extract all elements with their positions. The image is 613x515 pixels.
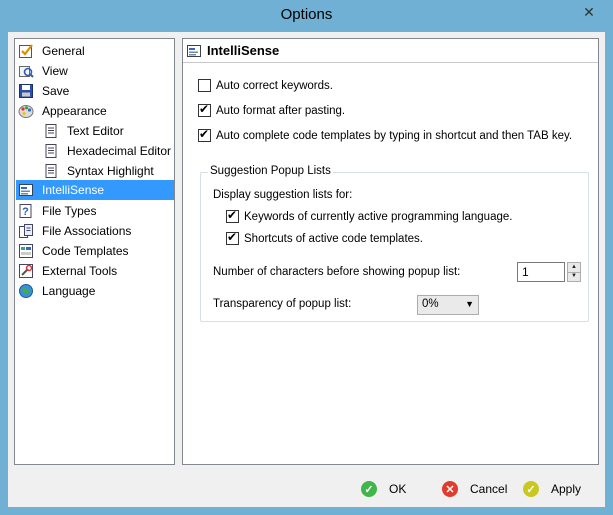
checkbox-box[interactable] — [226, 230, 239, 245]
auto-correct-checkbox[interactable]: Auto correct keywords. — [198, 79, 333, 92]
sidebar-item-label: External Tools — [42, 264, 118, 278]
checkbox-box[interactable] — [226, 208, 239, 223]
sidebar-item-label: General — [42, 44, 85, 58]
sidebar-item-file-associations[interactable]: File Associations — [18, 221, 133, 241]
apply-check-icon: ✓ — [523, 481, 539, 497]
transparency-label: Transparency of popup list: — [213, 298, 352, 310]
palette-icon — [18, 105, 34, 118]
transparency-select[interactable]: 0% ▼ — [417, 295, 479, 315]
checkbox-label: Keywords of currently active programming… — [244, 210, 513, 223]
sidebar-item-label: Syntax Highlight — [67, 164, 154, 178]
sidebar-item-hexadecimal-editor[interactable]: Hexadecimal Editor — [43, 141, 173, 161]
sidebar-item-label: Appearance — [42, 104, 107, 118]
auto-format-checkbox[interactable]: Auto format after pasting. — [198, 102, 346, 117]
checkbox-box[interactable] — [198, 102, 211, 117]
intellisense-icon — [187, 44, 201, 57]
checkbox-label: Auto complete code templates by typing i… — [216, 129, 573, 142]
document-icon — [45, 164, 57, 178]
group-legend: Suggestion Popup Lists — [208, 165, 333, 177]
sidebar-item-view[interactable]: View — [18, 61, 70, 81]
cancel-button[interactable]: ✕ Cancel — [442, 478, 507, 500]
cancel-x-icon: ✕ — [442, 481, 458, 497]
apply-button-label: Apply — [551, 482, 582, 496]
check-icon: ✓ — [361, 481, 377, 497]
view-icon — [19, 66, 34, 78]
panel-header: IntelliSense — [183, 39, 598, 63]
checkbox-icon — [19, 44, 33, 58]
intellisense-icon — [19, 184, 33, 196]
sidebar-item-label: File Associations — [42, 224, 132, 238]
sidebar-item-external-tools[interactable]: External Tools — [18, 261, 119, 281]
sidebar-item-language[interactable]: Language — [18, 281, 97, 301]
keywords-checkbox[interactable]: Keywords of currently active programming… — [226, 208, 513, 223]
document-icon — [45, 124, 57, 138]
sidebar-item-intellisense[interactable]: IntelliSense — [16, 180, 174, 200]
svg-text:?: ? — [22, 206, 29, 218]
popup-chars-label: Number of characters before showing popu… — [213, 266, 461, 278]
sidebar-item-label: Hexadecimal Editor — [67, 144, 172, 158]
options-category-tree: General View Save Appearance Text Editor… — [14, 38, 175, 465]
sidebar-item-text-editor[interactable]: Text Editor — [43, 121, 126, 141]
sidebar-item-save[interactable]: Save — [18, 81, 71, 101]
sidebar-item-label: View — [42, 64, 68, 78]
apply-button[interactable]: ✓ Apply — [523, 478, 581, 500]
sidebar-item-label: IntelliSense — [42, 183, 105, 197]
ok-button[interactable]: ✓ OK — [361, 478, 406, 500]
checkbox-label: Auto correct keywords. — [216, 79, 333, 92]
close-button[interactable]: ✕ — [579, 4, 599, 20]
globe-icon — [19, 284, 33, 298]
checkbox-box[interactable] — [198, 79, 211, 92]
sidebar-item-file-types[interactable]: ? File Types — [18, 201, 98, 221]
checkbox-box[interactable] — [198, 127, 211, 142]
floppy-icon — [19, 84, 33, 98]
file-assoc-icon — [19, 224, 33, 238]
panel-title: IntelliSense — [207, 43, 280, 58]
shortcuts-checkbox[interactable]: Shortcuts of active code templates. — [226, 230, 423, 245]
checkbox-label: Shortcuts of active code templates. — [244, 232, 423, 245]
sidebar-item-label: Save — [42, 84, 70, 98]
suggestion-popup-group: Suggestion Popup Lists Display suggestio… — [200, 165, 589, 322]
intellisense-settings-panel: IntelliSense Auto correct keywords. Auto… — [182, 38, 599, 465]
window-title: Options — [280, 6, 333, 23]
sidebar-item-general[interactable]: General — [18, 41, 87, 61]
tools-icon — [19, 264, 33, 278]
chevron-down-icon: ▼ — [465, 299, 474, 309]
auto-complete-checkbox[interactable]: Auto complete code templates by typing i… — [198, 127, 573, 142]
transparency-value: 0% — [422, 298, 439, 310]
dialog-client-area: General View Save Appearance Text Editor… — [8, 32, 605, 507]
spinner-down-icon[interactable]: ▼ — [568, 272, 580, 281]
popup-chars-input[interactable]: 1 — [517, 262, 565, 282]
sidebar-item-code-templates[interactable]: Code Templates — [18, 241, 131, 261]
spinner-buttons: ▲ ▼ — [567, 262, 581, 282]
sidebar-item-label: Code Templates — [42, 244, 129, 258]
options-window: Options ✕ General View Save Appearance T… — [0, 0, 613, 515]
popup-chars-spinner[interactable]: 1 ▲ ▼ — [517, 262, 581, 282]
display-lists-label: Display suggestion lists for: — [213, 189, 353, 201]
sidebar-item-syntax-highlight[interactable]: Syntax Highlight — [43, 161, 156, 181]
document-icon — [45, 144, 57, 158]
cancel-button-label: Cancel — [470, 482, 508, 496]
code-template-icon — [19, 244, 33, 258]
sidebar-item-appearance[interactable]: Appearance — [18, 101, 109, 121]
ok-button-label: OK — [389, 482, 407, 496]
title-bar[interactable]: Options ✕ — [0, 0, 613, 32]
sidebar-item-label: File Types — [42, 204, 97, 218]
checkbox-label: Auto format after pasting. — [216, 104, 346, 117]
help-icon: ? — [19, 204, 32, 218]
sidebar-item-label: Text Editor — [67, 124, 124, 138]
sidebar-item-label: Language — [42, 284, 96, 298]
